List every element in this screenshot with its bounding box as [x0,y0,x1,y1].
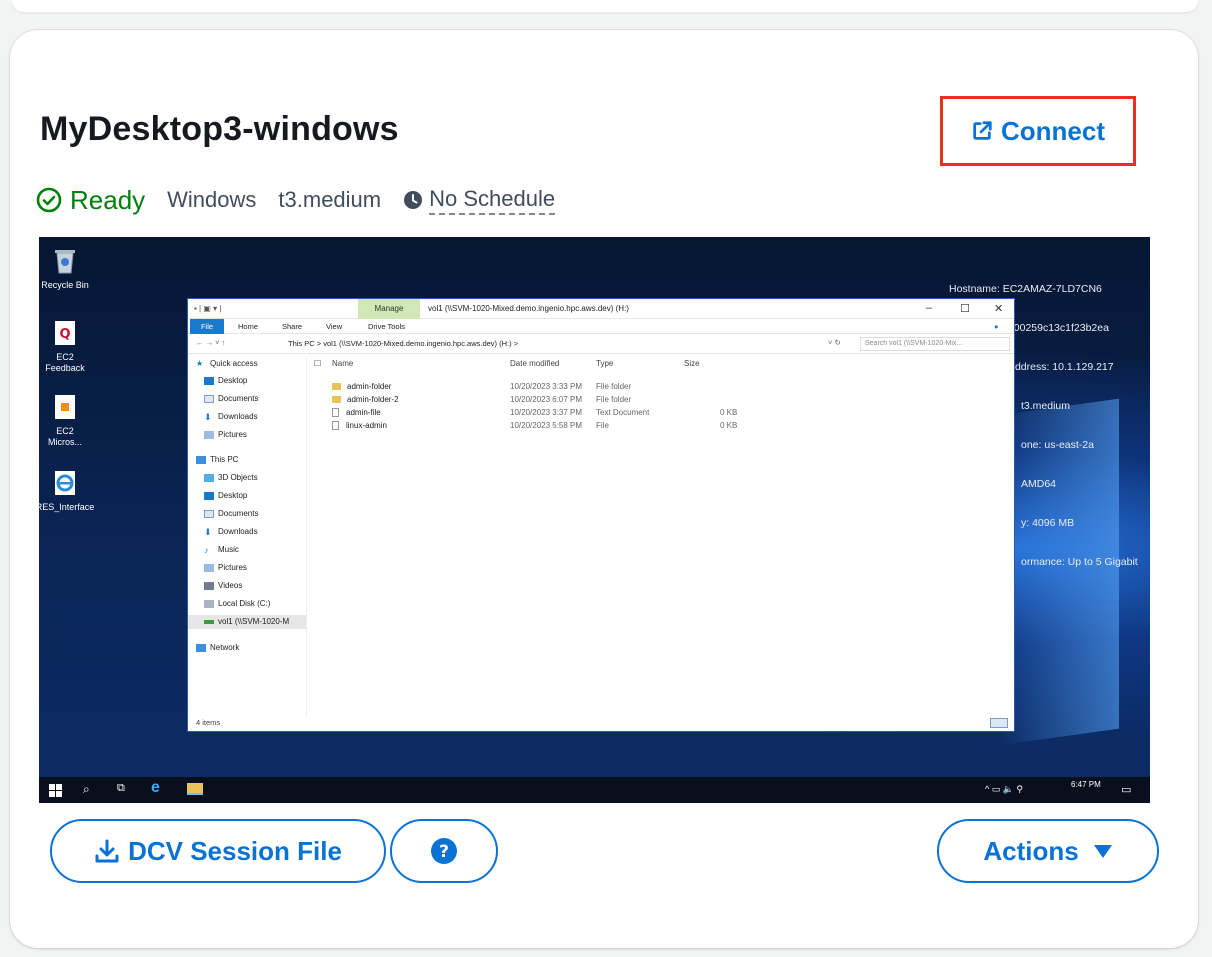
caret-down-icon [1093,845,1112,858]
nav-item[interactable]: Network [196,641,239,655]
nav-item[interactable]: ⬇ Downloads [204,410,258,424]
ribbon-tab-home[interactable]: Home [238,322,258,331]
connect-button[interactable]: Connect [940,96,1136,166]
back-forward-icon[interactable]: ← → ˅ ↑ [196,338,225,347]
nav-item[interactable]: Pictures [204,561,247,575]
file-row[interactable]: admin-folder 10/20/2023 3:33 PM File fol… [314,381,744,393]
ribbon-tab-file[interactable]: File [190,319,224,334]
document-icon [332,408,339,418]
schedule-text: No Schedule [429,186,556,215]
explorer-window-title: vol1 (\\SVM-1020-Mixed.demo.ingenio.hpc.… [428,304,629,313]
instance-type-label: t3.medium [278,187,382,212]
search-icon[interactable]: ⌕ [83,782,90,797]
manage-tab[interactable]: Manage [358,299,420,319]
nav-item[interactable]: ★ Quick access [196,357,258,371]
close-icon[interactable]: ✕ [994,302,1003,315]
file-explorer-window: ▪ | ▣ ▾ | Manage vol1 (\\SVM-1020-Mixed.… [187,298,1015,732]
ie-icon [55,471,75,495]
quick-toolbar-icon: ▪ | ▣ ▾ | [194,304,222,313]
nav-item[interactable]: Documents [204,507,258,521]
actions-button[interactable]: Actions [937,819,1159,883]
nav-item-selected[interactable]: vol1 (\\SVM-1020-M [188,615,306,629]
windows-taskbar: ⌕ ⧉ e ^ ▭ 🔈 ⚲ 6:47 PM ▭ [39,777,1150,803]
task-view-icon[interactable]: ⧉ [117,782,125,795]
download-icon [95,839,119,863]
recycle-bin-icon [55,250,75,274]
nav-item[interactable]: Documents [204,392,258,406]
ec2-icon [55,395,75,419]
nav-item[interactable]: Videos [204,579,242,593]
select-all-checkbox[interactable]: ☐ [314,357,321,371]
nav-item[interactable]: ♪ Music [204,543,239,557]
nav-item[interactable]: ⬇ Downloads [204,525,258,539]
dcv-session-file-label: DCV Session File [128,835,342,866]
check-circle-icon [36,187,62,213]
os-label: Windows [167,187,257,212]
clock-icon [404,191,423,209]
nav-item[interactable]: 3D Objects [204,471,258,485]
refresh-icon[interactable]: ˅ ↻ [828,338,841,347]
question-circle-icon: ? [431,838,457,864]
schedule-info[interactable]: No Schedule [403,186,556,215]
desktop-title: MyDesktop3-windows [40,110,399,148]
file-row[interactable]: admin-file 10/20/2023 3:37 PM Text Docum… [314,407,744,419]
minimize-icon[interactable]: – [926,302,932,314]
address-path[interactable]: This PC > vol1 (\\SVM-1020-Mixed.demo.in… [284,338,824,350]
view-toggle-icon[interactable] [990,718,1008,728]
taskbar-clock: 6:47 PM [1071,780,1101,789]
maximize-icon[interactable]: ☐ [960,302,970,315]
help-icon[interactable]: ● [994,322,999,331]
nav-item[interactable]: Pictures [204,428,247,442]
desktop-icon-recycle-bin: Recycle Bin [39,247,95,291]
explorer-ribbon: File Home Share View Drive Tools ● [188,319,1014,334]
ribbon-tab-share[interactable]: Share [282,322,302,331]
document-icon [332,421,339,431]
svg-text:Q: Q [59,327,70,342]
previous-card-edge [12,0,1198,12]
svg-text:?: ? [439,842,449,862]
external-link-icon [973,121,992,140]
nav-item[interactable]: This PC [196,453,238,467]
folder-icon [332,396,341,404]
pane-divider [306,357,307,717]
explorer-titlebar: ▪ | ▣ ▾ | Manage vol1 (\\SVM-1020-Mixed.… [188,299,1014,319]
windows-start-icon[interactable] [49,784,62,797]
file-row[interactable]: linux-admin 10/20/2023 5:58 PM File 0 KB [314,420,744,432]
status-text: Ready [70,184,146,215]
search-input[interactable]: Search vol1 (\\SVM-1020-Mix... [860,337,1010,351]
column-header-size[interactable]: Size [684,357,700,371]
desktop-icon-ec2: EC2 Micros... [39,393,95,447]
file-row[interactable]: admin-folder-2 10/20/2023 6:07 PM File f… [314,394,744,406]
actions-label: Actions [983,835,1079,866]
desktop-icon-res-interface: RES_Interface [39,469,95,513]
folder-icon [332,383,341,391]
column-header-date[interactable]: Date modified [510,357,559,371]
ribbon-tab-drive-tools[interactable]: Drive Tools [368,322,405,331]
desktop-icon-feedback: Q EC2 Feedback [39,319,95,373]
address-bar: ← → ˅ ↑ This PC > vol1 (\\SVM-1020-Mixed… [188,334,1014,354]
notification-icon[interactable]: ▭ [1121,783,1131,796]
help-button[interactable]: ? [390,819,498,883]
column-header-type[interactable]: Type [596,357,613,371]
nav-item[interactable]: Desktop [204,374,247,388]
nav-item[interactable]: Desktop [204,489,247,503]
explorer-taskbar-icon[interactable] [187,783,203,795]
desktop-preview[interactable]: Recycle Bin Q EC2 Feedback EC2 Micros...… [39,237,1150,803]
ribbon-tab-view[interactable]: View [326,322,342,331]
system-tray-icon: ^ ▭ 🔈 ⚲ [985,784,1024,794]
dcv-session-file-button[interactable]: DCV Session File [50,819,386,883]
connect-label: Connect [1001,115,1105,146]
status-badge: Ready [36,185,145,216]
status-row: Ready Windows t3.medium No Schedule [36,184,556,216]
feedback-icon: Q [55,321,75,345]
nav-item[interactable]: Local Disk (C:) [204,597,270,611]
navigation-pane: ★ Quick access Desktop Documents ⬇ Downloa… [188,357,306,717]
item-count: 4 items [196,718,221,727]
ie-taskbar-icon[interactable]: e [151,779,160,797]
column-header-name[interactable]: Name [332,357,353,371]
